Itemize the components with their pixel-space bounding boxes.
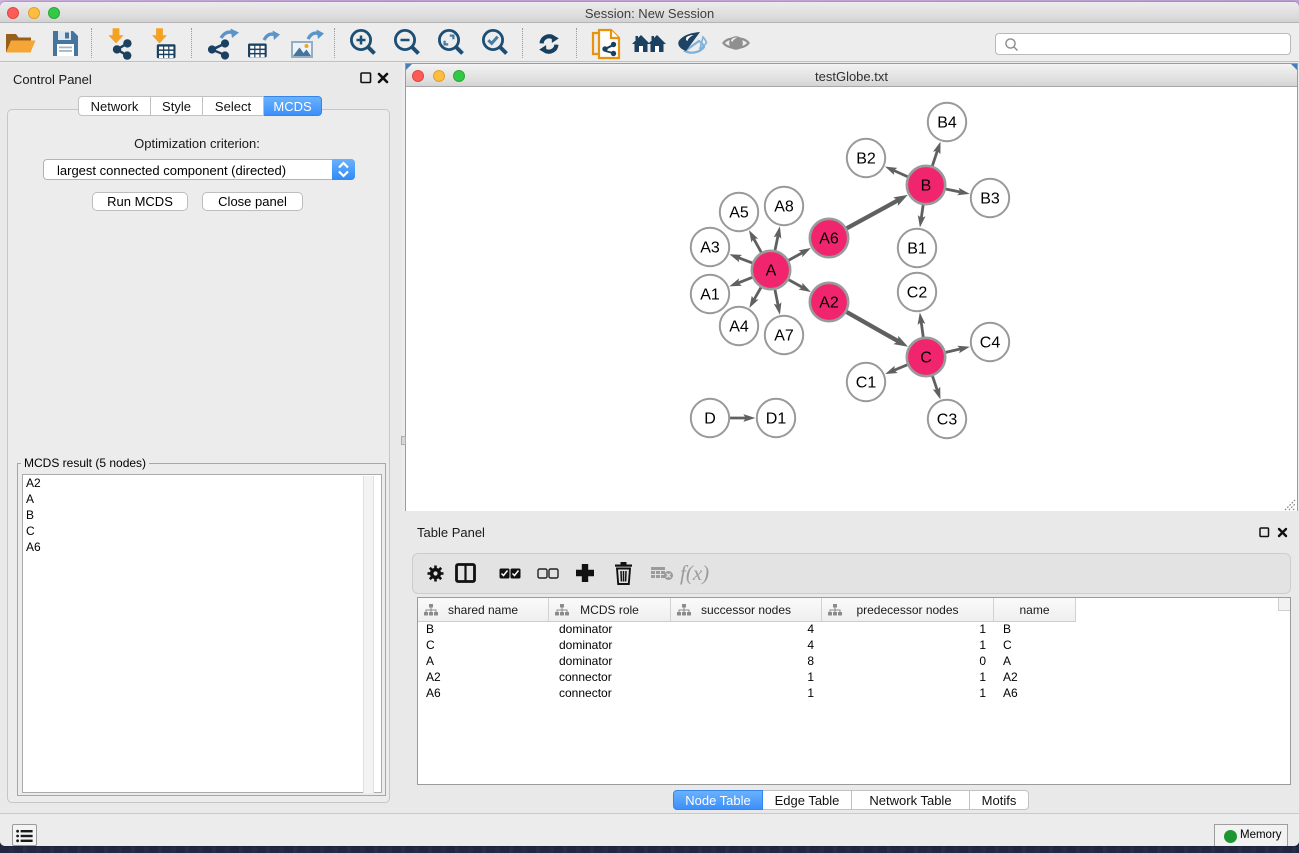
- svg-text:D1: D1: [766, 411, 787, 428]
- svg-text:B2: B2: [856, 151, 876, 168]
- svg-text:A2: A2: [819, 295, 839, 312]
- svg-text:A4: A4: [729, 319, 749, 336]
- svg-text:C: C: [920, 350, 932, 367]
- svg-text:A5: A5: [729, 205, 749, 222]
- svg-text:A8: A8: [774, 199, 794, 216]
- svg-text:A7: A7: [774, 328, 794, 345]
- svg-text:C4: C4: [980, 335, 1001, 352]
- svg-text:C3: C3: [937, 412, 958, 429]
- svg-text:D: D: [704, 411, 716, 428]
- svg-text:A6: A6: [819, 231, 839, 248]
- svg-text:C2: C2: [907, 285, 928, 302]
- svg-text:B1: B1: [907, 241, 927, 258]
- svg-text:A: A: [766, 263, 777, 280]
- svg-text:C1: C1: [856, 375, 877, 392]
- svg-text:A1: A1: [700, 287, 720, 304]
- svg-text:B3: B3: [980, 191, 1000, 208]
- svg-text:B4: B4: [937, 115, 957, 132]
- svg-text:B: B: [921, 178, 932, 195]
- svg-text:A3: A3: [700, 240, 720, 257]
